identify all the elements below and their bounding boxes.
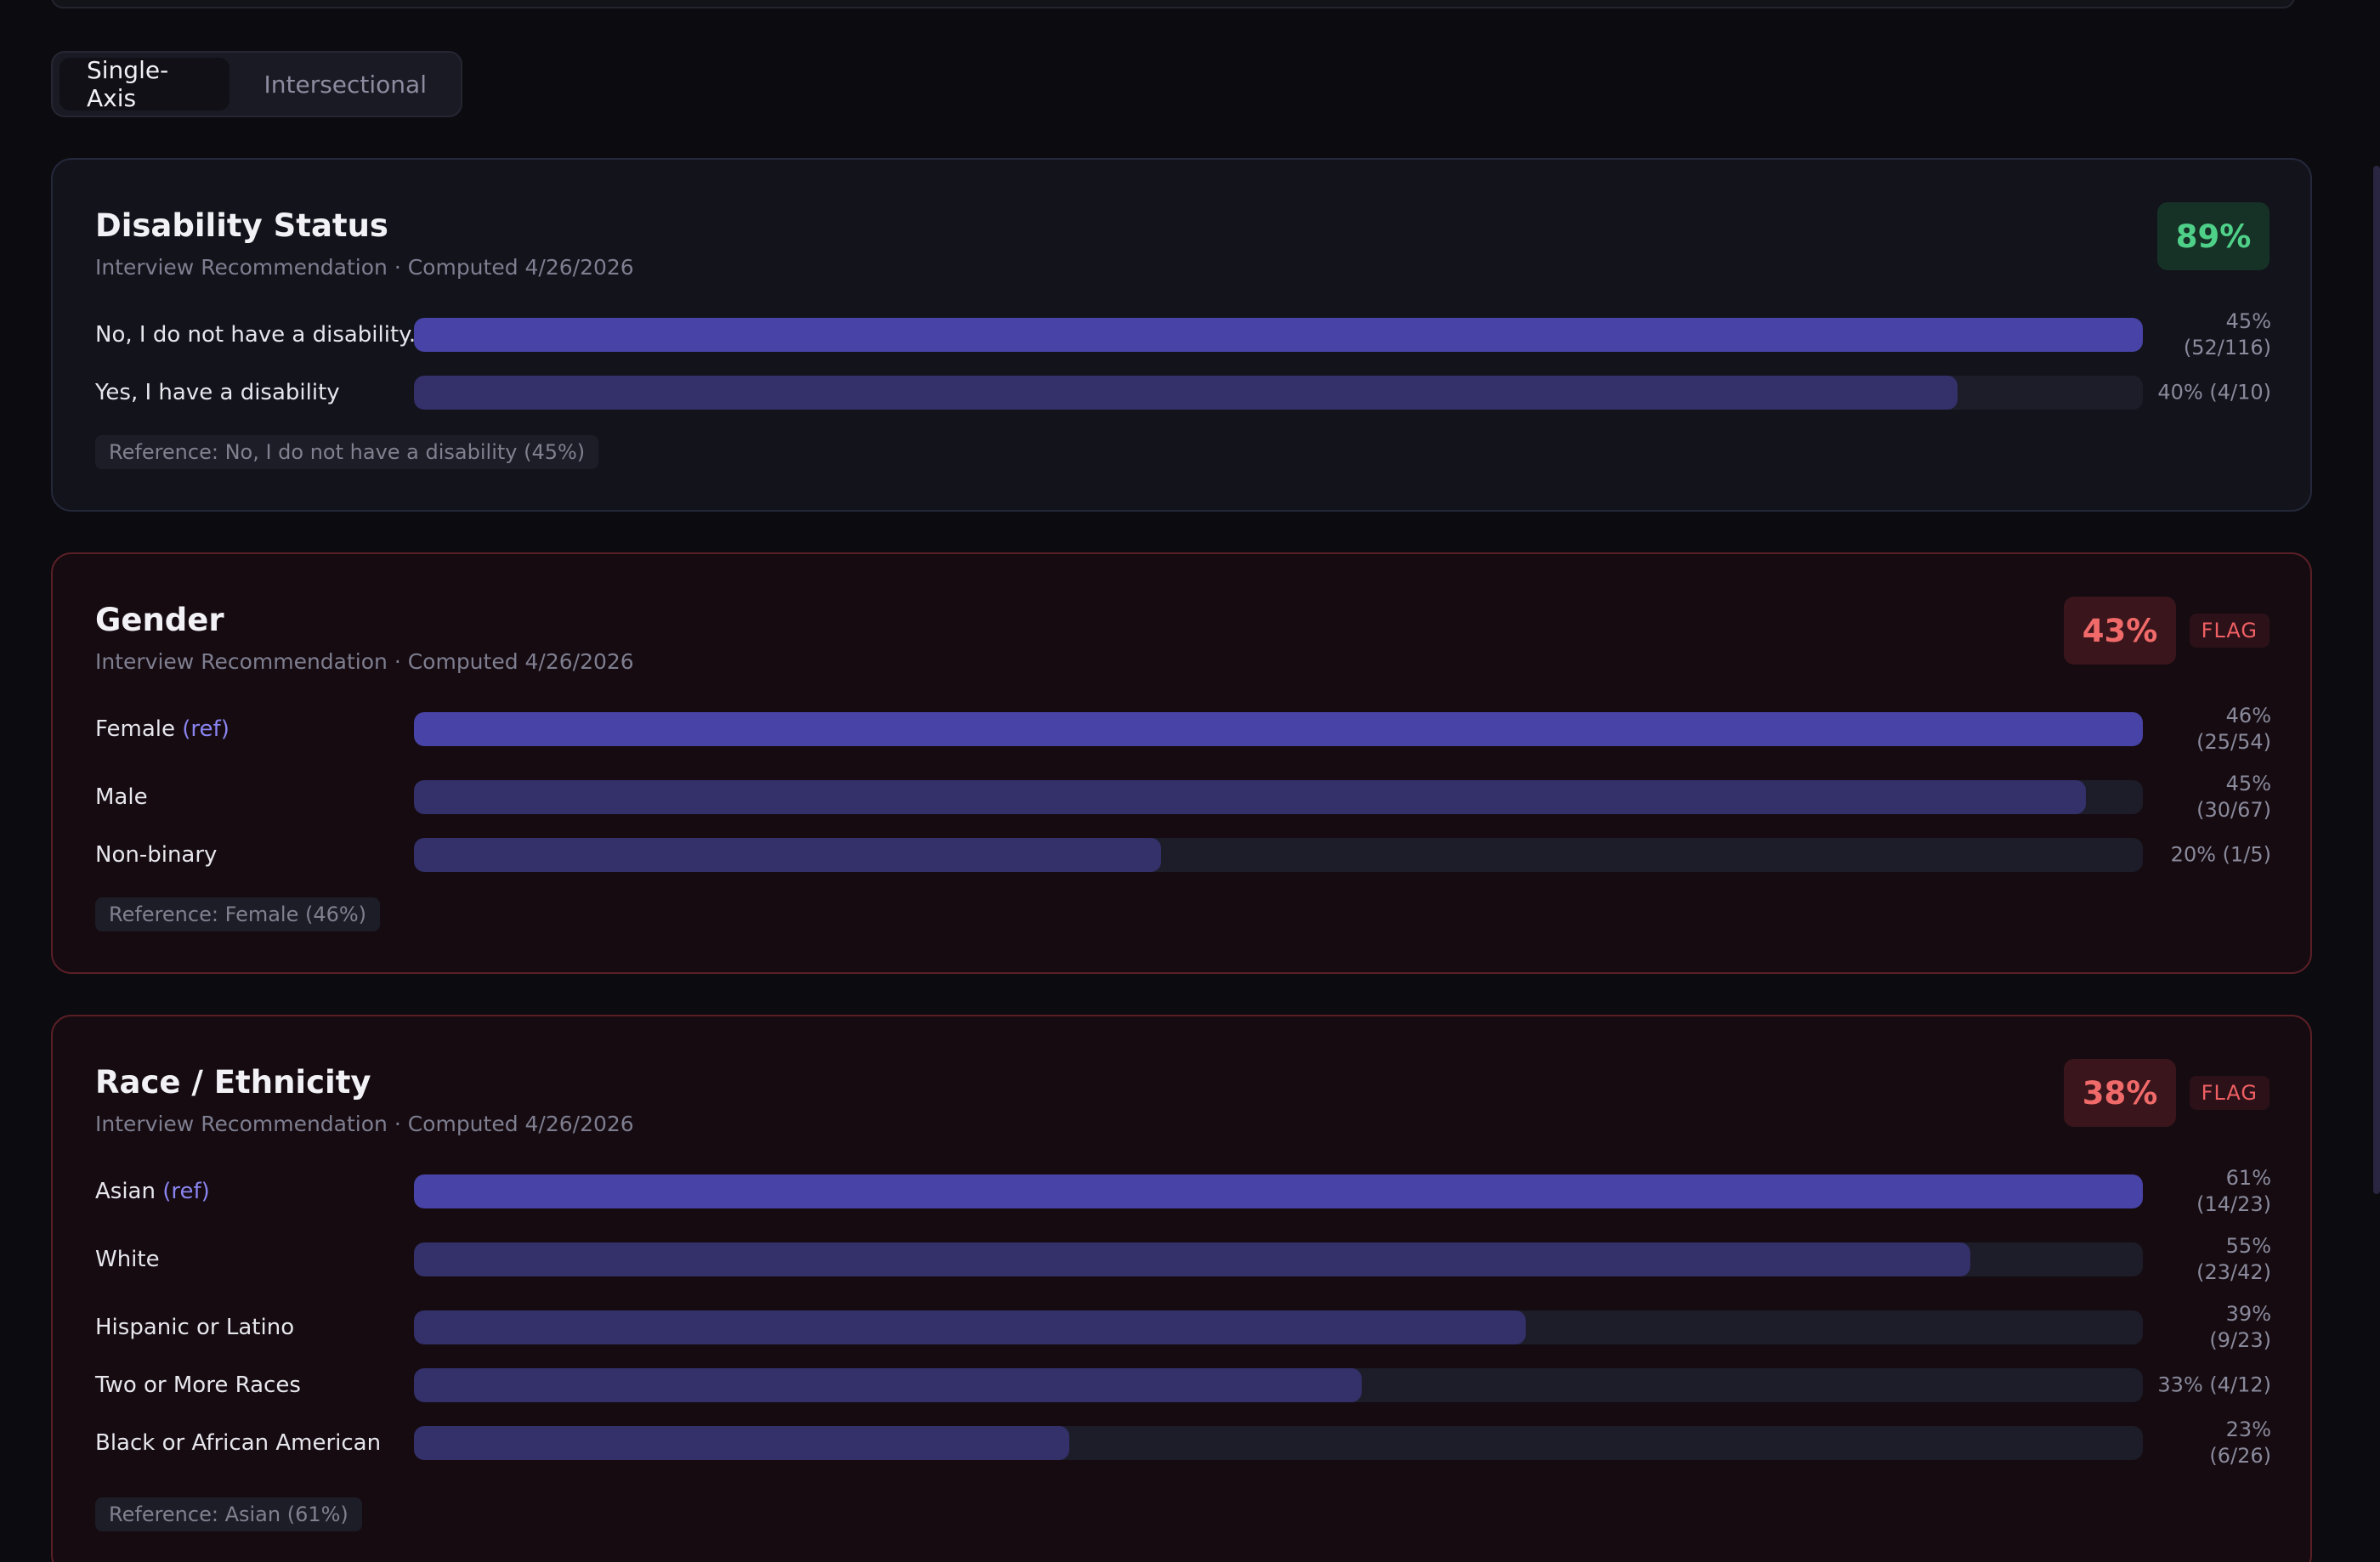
rate-bar-track — [414, 838, 2143, 872]
rate-bar — [414, 318, 2143, 352]
rate-bar — [414, 838, 1161, 872]
group-label: Black or African American — [95, 1430, 382, 1456]
view-tabs: Single-Axis Intersectional — [51, 51, 462, 117]
impact-ratio-badge: 38% — [2064, 1059, 2176, 1127]
group-label: Female (ref) — [95, 716, 230, 742]
group-label: Hispanic or Latino — [95, 1315, 295, 1340]
flag-badge: FLAG — [2189, 614, 2270, 648]
tab-single-axis[interactable]: Single-Axis — [60, 56, 230, 112]
metric-card-gender: Gender Interview Recommendation · Comput… — [51, 552, 2312, 974]
group-row: Male 45% (30/67) — [95, 772, 2271, 823]
rate-bar — [414, 1310, 1526, 1344]
impact-ratio-badge: 89% — [2157, 202, 2270, 270]
rate-value: 45% (52/116) — [2183, 309, 2271, 359]
group-row: Asian (ref) 61% (14/23) — [95, 1166, 2271, 1217]
rate-bar — [414, 376, 1958, 410]
rate-bar — [414, 1242, 1970, 1276]
card-title: Gender — [95, 602, 224, 638]
rate-value: 20% (1/5) — [2170, 842, 2271, 867]
flag-badge: FLAG — [2189, 1076, 2270, 1110]
metric-card-disability: Disability Status Interview Recommendati… — [51, 158, 2312, 512]
reference-note: Reference: Female (46%) — [95, 897, 381, 931]
ref-tag: (ref) — [182, 716, 230, 742]
group-row: Female (ref) 46% (25/54) — [95, 704, 2271, 755]
group-row: Non-binary 20% (1/5) — [95, 829, 2271, 880]
group-row: No, I do not have a disability... 45% (52… — [95, 309, 2271, 360]
group-row: Black or African American 23% (6/26) — [95, 1418, 2271, 1469]
page: Single-Axis Intersectional Disability St… — [0, 0, 2380, 1562]
rate-bar-track — [414, 1310, 2143, 1344]
rate-bar — [414, 1426, 1069, 1460]
group-label: White — [95, 1247, 160, 1272]
card-title: Race / Ethnicity — [95, 1064, 371, 1101]
rate-bar — [414, 712, 2143, 746]
reference-note: Reference: No, I do not have a disabilit… — [95, 435, 599, 469]
group-row: Hispanic or Latino 39% (9/23) — [95, 1302, 2271, 1353]
reference-note: Reference: Asian (61%) — [95, 1497, 362, 1531]
rate-value: 46% (25/54) — [2196, 704, 2271, 754]
group-label: No, I do not have a disability... — [95, 322, 430, 348]
tab-intersectional[interactable]: Intersectional — [236, 58, 454, 110]
rate-bar — [414, 780, 2086, 814]
rate-bar-track — [414, 318, 2143, 352]
group-label: Yes, I have a disability — [95, 380, 340, 405]
group-row: Yes, I have a disability 40% (4/10) — [95, 367, 2271, 418]
impact-ratio-badge: 43% — [2064, 597, 2176, 665]
rate-bar — [414, 1174, 2143, 1208]
rate-bar-track — [414, 780, 2143, 814]
scrollbar[interactable] — [2373, 166, 2380, 1194]
rate-bar-track — [414, 712, 2143, 746]
rate-bar-track — [414, 376, 2143, 410]
group-row: Two or More Races 33% (4/12) — [95, 1360, 2271, 1411]
rate-value: 33% (4/12) — [2157, 1372, 2271, 1397]
rate-bar-track — [414, 1242, 2143, 1276]
rate-value: 61% (14/23) — [2196, 1166, 2271, 1216]
rate-value: 40% (4/10) — [2157, 380, 2271, 405]
rate-bar-track — [414, 1174, 2143, 1208]
metric-card-race: Race / Ethnicity Interview Recommendatio… — [51, 1015, 2312, 1562]
rate-value: 55% (23/42) — [2196, 1234, 2271, 1284]
group-label: Non-binary — [95, 842, 218, 868]
group-label: Asian (ref) — [95, 1179, 210, 1204]
group-row: White 55% (23/42) — [95, 1234, 2271, 1285]
group-label: Two or More Races — [95, 1372, 301, 1398]
previous-panel-edge — [51, 0, 2295, 8]
rate-bar-track — [414, 1426, 2143, 1460]
rate-value: 45% (30/67) — [2196, 772, 2271, 822]
card-title: Disability Status — [95, 207, 388, 244]
rate-bar — [414, 1368, 1362, 1402]
card-subtitle: Interview Recommendation · Computed 4/26… — [95, 649, 634, 674]
card-subtitle: Interview Recommendation · Computed 4/26… — [95, 255, 634, 280]
card-subtitle: Interview Recommendation · Computed 4/26… — [95, 1112, 634, 1136]
group-label: Male — [95, 784, 148, 810]
rate-value: 39% (9/23) — [2209, 1302, 2271, 1352]
rate-bar-track — [414, 1368, 2143, 1402]
rate-value: 23% (6/26) — [2209, 1418, 2271, 1468]
ref-tag: (ref) — [162, 1179, 210, 1204]
